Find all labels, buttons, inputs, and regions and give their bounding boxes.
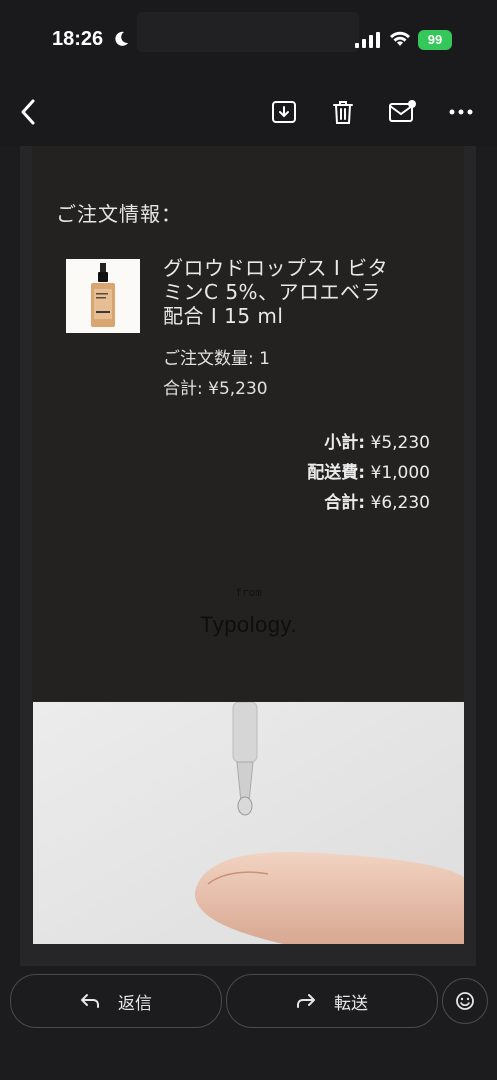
- status-time: 18:26: [52, 28, 104, 50]
- back-button[interactable]: [12, 96, 44, 128]
- moon-icon: [115, 31, 128, 46]
- shipping-value: ¥1,000: [370, 463, 430, 483]
- wifi-icon: [390, 31, 410, 46]
- smiley-icon: [456, 992, 474, 1010]
- delete-button[interactable]: [327, 96, 359, 128]
- dropper-bottle-icon: [91, 263, 115, 327]
- product-name[interactable]: グロウドロップス I ビタ ミンC 5%、アロエベラ 配合 I 15 ml: [163, 256, 433, 328]
- subtotal-label: 小計:: [324, 433, 366, 453]
- subtotal-row: 小計: ¥5,230: [324, 428, 430, 453]
- more-button[interactable]: [445, 96, 477, 128]
- product-name-line: グロウドロップス I ビタ: [163, 256, 389, 280]
- emoji-reaction-button[interactable]: [442, 978, 488, 1024]
- mail-toolbar: [0, 80, 497, 146]
- status-bar: 18:26 99: [0, 0, 497, 80]
- reply-icon: [81, 994, 99, 1008]
- grand-total-value: ¥6,230: [370, 493, 430, 513]
- status-overlay: [137, 12, 359, 52]
- product-name-line: 配合 I 15 ml: [163, 304, 284, 328]
- archive-button[interactable]: [268, 96, 300, 128]
- forward-label: 転送: [334, 993, 368, 1014]
- product-name-line: ミンC 5%、アロエベラ: [163, 280, 382, 304]
- order-info-heading: ご注文情報：: [56, 202, 182, 226]
- item-total: 合計: ¥5,230: [163, 379, 268, 399]
- grand-total-label: 合計:: [324, 493, 366, 513]
- product-image[interactable]: [66, 259, 140, 333]
- shipping-row: 配送費: ¥1,000: [307, 458, 430, 483]
- dropper-finger-illustration: [33, 702, 464, 944]
- brand-logo[interactable]: Typology.: [0, 612, 497, 638]
- cellular-signal-icon: [355, 32, 380, 48]
- battery-indicator: 99: [418, 30, 452, 50]
- forward-icon: [297, 994, 315, 1008]
- more-icon: [449, 109, 473, 115]
- reply-label: 返信: [118, 993, 152, 1014]
- grand-total-row: 合計: ¥6,230: [324, 488, 430, 513]
- shipping-label: 配送費:: [307, 463, 366, 483]
- mark-unread-button[interactable]: [386, 96, 418, 128]
- forward-button[interactable]: 転送: [226, 974, 438, 1028]
- subtotal-value: ¥5,230: [370, 433, 430, 453]
- mail-unread-icon: [389, 100, 416, 122]
- reply-button[interactable]: 返信: [10, 974, 222, 1028]
- footer-from: from: [235, 586, 262, 599]
- hero-image[interactable]: [33, 702, 464, 944]
- back-chevron-icon: [21, 99, 35, 125]
- order-quantity: ご注文数量: 1: [163, 349, 270, 369]
- archive-icon: [272, 101, 296, 123]
- trash-icon: [333, 101, 353, 124]
